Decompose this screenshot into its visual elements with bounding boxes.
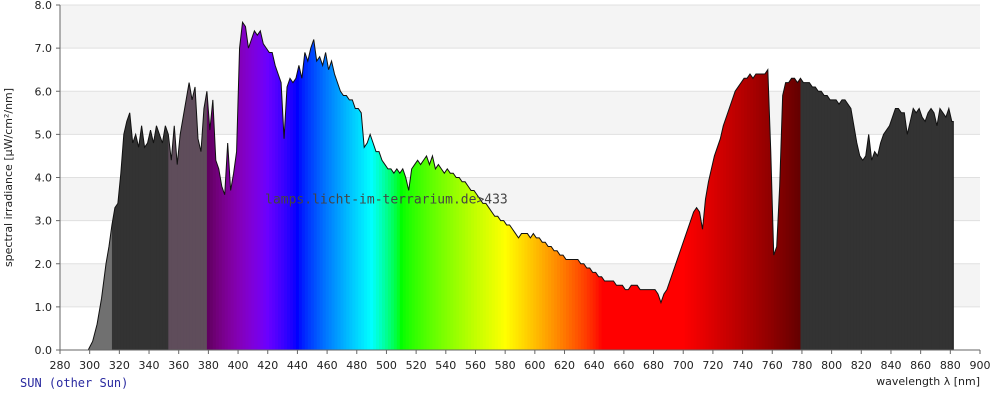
x-tick-label: 720	[702, 359, 723, 372]
x-tick-label: 660	[613, 359, 634, 372]
y-tick-label: 4.0	[35, 172, 53, 185]
x-tick-label: 840	[880, 359, 901, 372]
x-tick-label: 520	[406, 359, 427, 372]
x-tick-label: 860	[910, 359, 931, 372]
watermark-text: lamps.licht-im-terrarium.de>433	[265, 192, 508, 207]
x-tick-label: 320	[109, 359, 130, 372]
x-axis-label: wavelength λ [nm]	[876, 375, 980, 388]
x-tick-label: 380	[198, 359, 219, 372]
x-tick-label: 760	[762, 359, 783, 372]
x-tick-label: 480	[346, 359, 367, 372]
x-tick-label: 340	[139, 359, 160, 372]
grid-band	[60, 48, 980, 92]
x-tick-label: 800	[821, 359, 842, 372]
x-tick-label: 500	[376, 359, 397, 372]
y-tick-label: 2.0	[35, 258, 53, 271]
x-tick-label: 740	[732, 359, 753, 372]
spectrum-chart: 280 300 320 340 360 380 400 420 440 460 480 500 520 5…	[2, 0, 991, 388]
x-tick-label: 420	[257, 359, 278, 372]
lamp-name-label: SUN (other Sun)	[20, 376, 129, 390]
x-tick-label: 680	[643, 359, 664, 372]
x-ticks: 280 300 320 340 360 380 400 420 440 460 480 500 520 5…	[50, 350, 991, 372]
x-tick-label: 300	[79, 359, 100, 372]
y-tick-label: 7.0	[35, 42, 53, 55]
x-tick-label: 640	[584, 359, 605, 372]
x-tick-label: 460	[317, 359, 338, 372]
x-tick-label: 900	[970, 359, 991, 372]
y-tick-label: 6.0	[35, 85, 53, 98]
x-tick-label: 700	[673, 359, 694, 372]
x-tick-label: 780	[791, 359, 812, 372]
y-tick-label: 3.0	[35, 215, 53, 228]
x-tick-label: 580	[495, 359, 516, 372]
y-tick-label: 0.0	[35, 344, 53, 357]
x-tick-label: 540	[435, 359, 456, 372]
x-tick-label: 440	[287, 359, 308, 372]
x-tick-label: 820	[851, 359, 872, 372]
x-tick-label: 620	[554, 359, 575, 372]
x-tick-label: 400	[228, 359, 249, 372]
x-tick-label: 280	[50, 359, 71, 372]
y-axis-label: spectral irradiance [µW/cm²/nm]	[2, 88, 15, 267]
y-tick-label: 5.0	[35, 128, 53, 141]
y-tick-label: 8.0	[35, 0, 53, 12]
x-tick-label: 880	[940, 359, 961, 372]
grid-band	[60, 5, 980, 49]
y-ticks: 0.0 1.0 2.0 3.0 4.0 5.0 6.0 7.0 8.0	[35, 0, 60, 357]
y-tick-label: 1.0	[35, 301, 53, 314]
x-tick-label: 360	[168, 359, 189, 372]
x-tick-label: 560	[465, 359, 486, 372]
x-tick-label: 600	[524, 359, 545, 372]
